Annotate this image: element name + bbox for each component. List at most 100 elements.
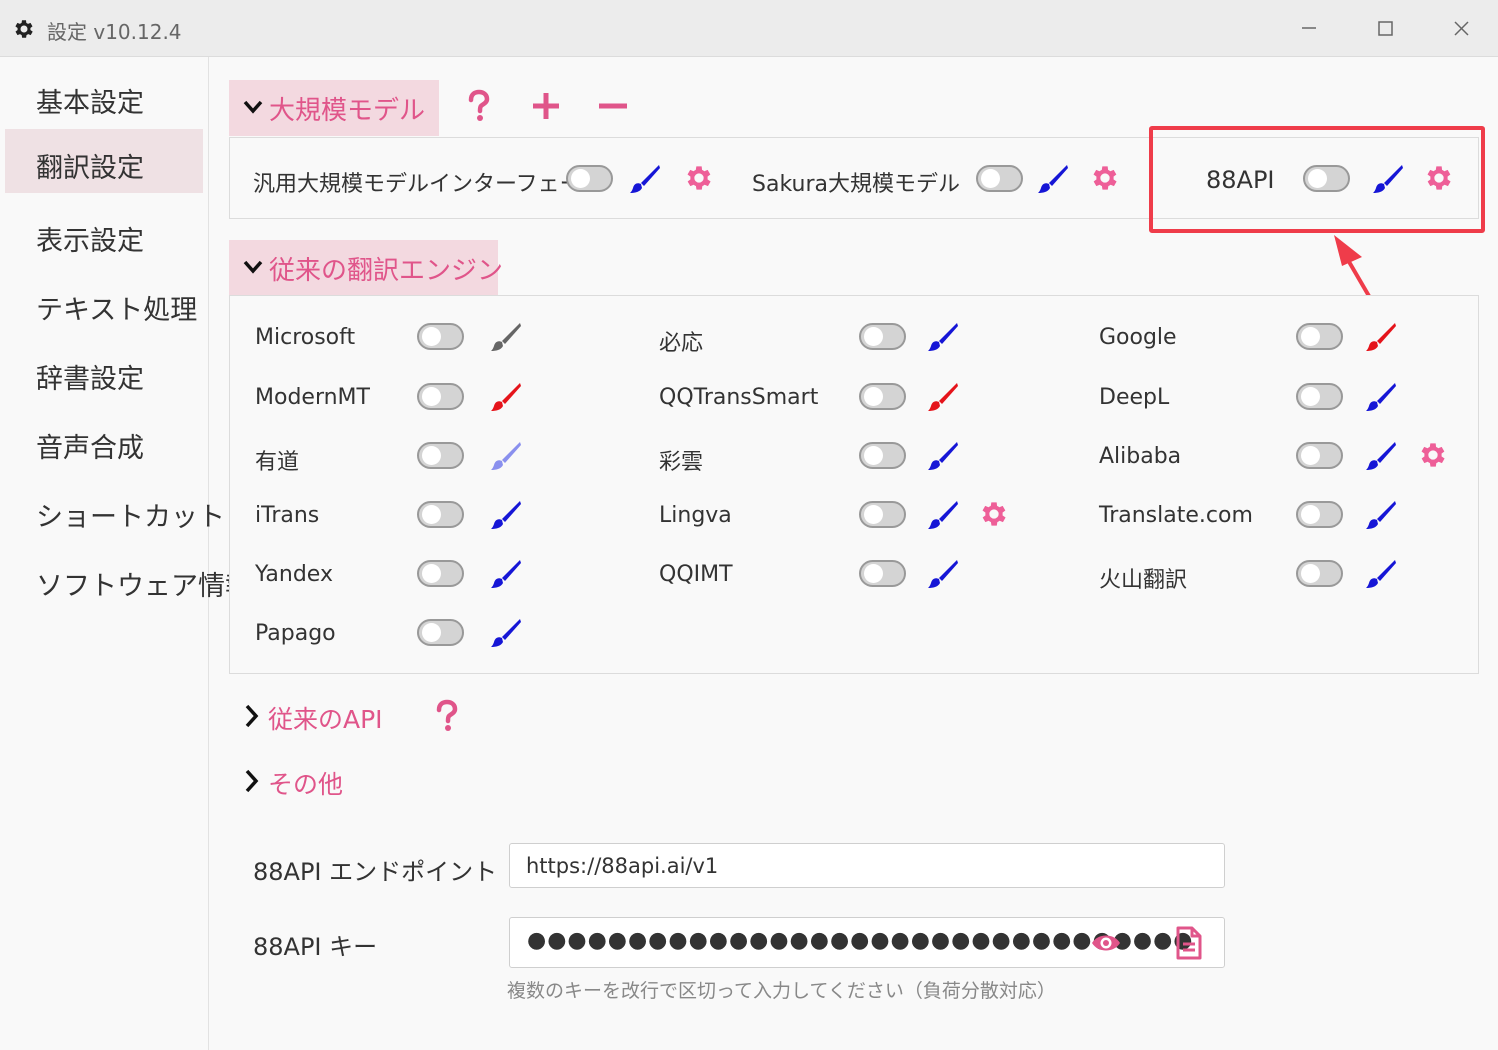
engine-toggle[interactable] — [859, 323, 906, 350]
engine-label: 火山翻訳 — [1099, 568, 1188, 593]
engine-toggle[interactable] — [417, 383, 464, 410]
engine-toggle[interactable] — [417, 501, 464, 528]
sidebar-item-basic[interactable]: 基本設定 — [5, 64, 203, 128]
sidebar: 基本設定 翻訳設定 表示設定 テキスト処理 辞書設定 音声合成 ショートカット … — [0, 57, 252, 1050]
add-icon[interactable] — [530, 90, 562, 122]
sidebar-item-text-processing[interactable]: テキスト処理 — [5, 271, 203, 335]
section-title: 大規模モデル — [269, 96, 426, 126]
brush-icon[interactable] — [1037, 162, 1069, 194]
brush-icon[interactable] — [927, 439, 959, 471]
settings-gear-icon[interactable] — [1417, 439, 1449, 471]
sidebar-item-label: 音声合成 — [36, 433, 144, 464]
engine-label: Lingva — [659, 503, 732, 528]
api-key-input[interactable]: ●●●●●●●●●●●●●●●●●●●●●●●●●●●●●●●●● — [509, 917, 1225, 968]
engine-toggle[interactable] — [859, 560, 906, 587]
settings-gear-icon[interactable] — [1089, 162, 1121, 194]
chevron-down-icon — [243, 260, 263, 274]
brush-icon[interactable] — [490, 557, 522, 589]
help-icon[interactable] — [464, 89, 494, 123]
brush-icon[interactable] — [1365, 439, 1397, 471]
classic-engine-panel — [229, 295, 1479, 674]
settings-gear-icon — [15, 20, 33, 38]
brush-icon[interactable] — [1365, 320, 1397, 352]
engine-toggle[interactable] — [1296, 442, 1343, 469]
help-icon[interactable] — [432, 699, 462, 733]
settings-gear-icon[interactable] — [683, 162, 715, 194]
engine-label: 汎用大規模モデルインターフェース — [253, 172, 603, 197]
engine-label: Translate.com — [1099, 503, 1253, 528]
brush-icon[interactable] — [1365, 380, 1397, 412]
endpoint-label: 88API エンドポイント — [253, 858, 498, 886]
chevron-right-icon[interactable] — [244, 769, 260, 793]
brush-icon[interactable] — [927, 320, 959, 352]
engine-toggle[interactable] — [976, 165, 1023, 192]
minimize-icon[interactable] — [1289, 8, 1329, 48]
engine-label: 有道 — [255, 450, 300, 475]
engine-toggle[interactable] — [1296, 560, 1343, 587]
window-title: 設定 v10.12.4 — [47, 20, 182, 44]
engine-label: Microsoft — [255, 325, 356, 350]
chevron-down-icon — [243, 100, 263, 114]
sidebar-item-label: ショートカット — [36, 502, 225, 533]
close-icon[interactable] — [1441, 8, 1481, 48]
brush-icon[interactable] — [1365, 498, 1397, 530]
sidebar-item-label: 表示設定 — [36, 226, 144, 257]
settings-gear-icon[interactable] — [978, 498, 1010, 530]
sidebar-item-dictionary[interactable]: 辞書設定 — [5, 340, 203, 404]
brush-icon[interactable] — [629, 162, 661, 194]
brush-icon[interactable] — [1365, 557, 1397, 589]
engine-label: Google — [1099, 325, 1177, 350]
api-key-hint: 複数のキーを改行で区切って入力してください（負荷分散対応） — [507, 980, 1056, 1002]
section-title: 従来の翻訳エンジン — [269, 256, 504, 286]
sidebar-item-about[interactable]: ソフトウェア情報 — [5, 547, 252, 611]
eye-icon[interactable] — [1090, 929, 1122, 957]
maximize-icon[interactable] — [1365, 8, 1405, 48]
brush-icon[interactable] — [490, 498, 522, 530]
engine-toggle[interactable] — [1296, 501, 1343, 528]
sidebar-item-label: テキスト処理 — [36, 295, 198, 326]
sidebar-item-shortcuts[interactable]: ショートカット — [5, 478, 225, 542]
brush-icon[interactable] — [490, 320, 522, 352]
sidebar-item-translation[interactable]: 翻訳設定 — [5, 129, 203, 193]
engine-toggle[interactable] — [417, 619, 464, 646]
engine-label: iTrans — [255, 503, 320, 528]
highlight-box — [1149, 126, 1485, 233]
engine-label: Sakura大規模モデル — [752, 172, 960, 197]
engine-toggle[interactable] — [417, 560, 464, 587]
sidebar-item-display[interactable]: 表示設定 — [5, 202, 203, 266]
sidebar-item-label: 基本設定 — [36, 88, 144, 119]
sidebar-item-label: 辞書設定 — [36, 364, 144, 395]
brush-icon[interactable] — [490, 380, 522, 412]
engine-toggle[interactable] — [859, 442, 906, 469]
engine-label: DeepL — [1099, 385, 1170, 410]
engine-label: 彩雲 — [659, 450, 704, 475]
title-bar: 設定 v10.12.4 — [0, 0, 1498, 57]
engine-toggle[interactable] — [417, 442, 464, 469]
brush-icon[interactable] — [927, 498, 959, 530]
chevron-right-icon[interactable] — [244, 704, 260, 728]
engine-label: Yandex — [255, 562, 333, 587]
classic-api-section-title[interactable]: 従来のAPI — [268, 700, 383, 736]
engine-toggle[interactable] — [859, 501, 906, 528]
engine-label: Papago — [255, 621, 336, 646]
api-key-label: 88API キー — [253, 933, 378, 961]
engine-toggle[interactable] — [1296, 383, 1343, 410]
endpoint-input[interactable] — [509, 843, 1225, 888]
remove-icon[interactable] — [597, 90, 629, 122]
sidebar-item-tts[interactable]: 音声合成 — [5, 409, 203, 473]
engine-label: QQIMT — [659, 562, 733, 587]
engine-toggle[interactable] — [566, 165, 613, 192]
engine-toggle[interactable] — [1296, 323, 1343, 350]
engine-label: ModernMT — [255, 385, 370, 410]
engine-toggle[interactable] — [417, 323, 464, 350]
other-section-title[interactable]: その他 — [268, 765, 343, 801]
sidebar-item-label: ソフトウェア情報 — [36, 571, 252, 602]
classic-section-header[interactable]: 従来の翻訳エンジン — [229, 240, 503, 296]
llm-section-header[interactable]: 大規模モデル — [229, 80, 439, 136]
brush-icon[interactable] — [927, 557, 959, 589]
engine-toggle[interactable] — [859, 383, 906, 410]
brush-icon[interactable] — [927, 380, 959, 412]
brush-icon[interactable] — [490, 439, 522, 471]
document-icon[interactable] — [1174, 925, 1204, 961]
brush-icon[interactable] — [490, 616, 522, 648]
